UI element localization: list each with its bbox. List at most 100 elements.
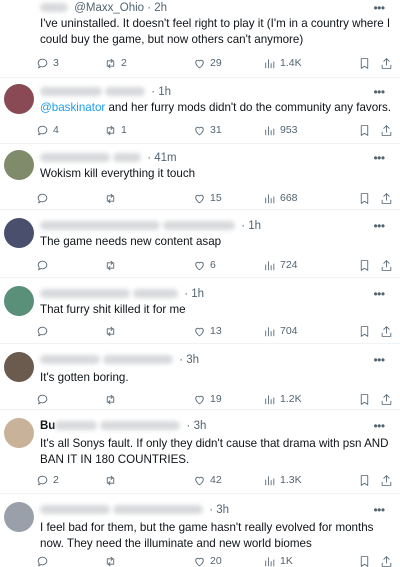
views-button[interactable]: 668	[263, 190, 298, 206]
repost-icon	[106, 125, 115, 135]
share-button[interactable]	[380, 323, 393, 339]
tweet[interactable]: · 3h ••• It's gotten boring. 19 1.2K	[0, 344, 400, 410]
tweet[interactable]: @Maxx_Ohio · 2h ••• I've uninstalled. It…	[0, 0, 400, 78]
reply-icon	[37, 125, 48, 135]
heart-icon	[195, 194, 204, 203]
share-button[interactable]	[380, 257, 393, 273]
like-button[interactable]: 31	[193, 122, 222, 138]
views-button[interactable]: 1.3K	[263, 472, 302, 488]
avatar[interactable]	[4, 418, 34, 448]
share-button[interactable]	[380, 122, 393, 138]
timestamp[interactable]: 1h	[248, 220, 261, 232]
tweet-text: I've uninstalled. It doesn't feel right …	[40, 17, 391, 46]
reply-icon	[37, 58, 48, 68]
repost-button[interactable]: 1	[104, 122, 127, 138]
timestamp[interactable]: 41m	[154, 152, 176, 164]
views-button[interactable]: 953	[263, 122, 298, 138]
timestamp[interactable]: 3h	[186, 354, 199, 366]
repost-button[interactable]	[104, 257, 121, 273]
repost-button[interactable]: 2	[104, 55, 127, 71]
reply-icon	[37, 394, 48, 404]
more-options-icon[interactable]: •••	[372, 504, 386, 520]
repost-button[interactable]	[104, 472, 121, 488]
like-button[interactable]: 42	[193, 472, 222, 488]
bookmark-icon	[360, 325, 369, 337]
views-button[interactable]: 1K	[263, 553, 293, 567]
views-icon	[265, 556, 275, 566]
reply-button[interactable]	[36, 323, 53, 339]
bookmark-button[interactable]	[358, 323, 371, 339]
timestamp[interactable]: 3h	[216, 504, 229, 516]
bookmark-button[interactable]	[358, 122, 371, 138]
repost-icon	[106, 556, 115, 566]
reply-button[interactable]: 2	[36, 472, 59, 488]
tweet[interactable]: · 3h ••• I feel bad for them, but the ga…	[0, 494, 400, 567]
tweet-text: Wokism kill everything it touch	[40, 167, 196, 180]
views-button[interactable]: 1.4K	[263, 55, 302, 71]
avatar[interactable]	[4, 502, 34, 532]
views-icon	[265, 260, 275, 270]
share-button[interactable]	[380, 553, 393, 567]
avatar[interactable]	[4, 218, 34, 248]
views-button[interactable]: 704	[263, 323, 298, 339]
like-button[interactable]: 19	[193, 391, 222, 407]
share-button[interactable]	[380, 472, 393, 488]
tweet[interactable]: · 1h ••• The game needs new content asap…	[0, 210, 400, 278]
views-icon	[265, 58, 275, 68]
tweet-actions: 6 724	[36, 257, 400, 273]
repost-button[interactable]	[104, 190, 121, 206]
tweet[interactable]: · 1h ••• That furry shit killed it for m…	[0, 278, 400, 344]
like-button[interactable]: 29	[193, 55, 222, 71]
views-button[interactable]: 1.2K	[263, 391, 302, 407]
user-handle[interactable]: @Maxx_Ohio	[74, 2, 144, 14]
repost-button[interactable]	[104, 391, 121, 407]
share-button[interactable]	[380, 55, 393, 71]
timestamp[interactable]: 1h	[191, 288, 204, 300]
reply-button[interactable]	[36, 190, 53, 206]
bookmark-button[interactable]	[358, 472, 371, 488]
heart-icon	[195, 395, 204, 404]
share-button[interactable]	[380, 190, 393, 206]
like-button[interactable]: 6	[193, 257, 216, 273]
avatar[interactable]	[4, 150, 34, 180]
avatar[interactable]	[4, 84, 34, 114]
share-button[interactable]	[380, 391, 393, 407]
reply-button[interactable]	[36, 391, 53, 407]
tweet-header: · 1h	[40, 220, 392, 234]
bookmark-button[interactable]	[358, 257, 371, 273]
bookmark-button[interactable]	[358, 553, 371, 567]
reply-button[interactable]: 3	[36, 55, 59, 71]
timestamp[interactable]: 3h	[194, 420, 207, 432]
tweet[interactable]: Bu · 3h ••• It's all Sonys fault. If onl…	[0, 410, 400, 494]
heart-icon	[195, 476, 204, 485]
more-options-icon[interactable]: •••	[372, 420, 386, 436]
reply-button[interactable]	[36, 553, 53, 567]
avatar[interactable]	[4, 286, 34, 316]
reply-button[interactable]	[36, 257, 53, 273]
share-icon	[381, 474, 392, 486]
like-button[interactable]: 15	[193, 190, 222, 206]
like-button[interactable]: 13	[193, 323, 222, 339]
tweet[interactable]: · 41m ••• Wokism kill everything it touc…	[0, 144, 400, 210]
tweet-actions: 4 1 31 953	[36, 122, 400, 138]
bookmark-icon	[360, 474, 369, 486]
views-icon	[265, 193, 275, 203]
repost-button[interactable]	[104, 553, 121, 567]
reply-button[interactable]: 4	[36, 122, 59, 138]
more-options-icon[interactable]: •••	[372, 354, 386, 370]
bookmark-button[interactable]	[358, 391, 371, 407]
bookmark-button[interactable]	[358, 190, 371, 206]
mention-link[interactable]: @baskinator	[40, 101, 105, 114]
bookmark-icon	[360, 124, 369, 136]
user-display-name[interactable]: Bu	[40, 420, 55, 432]
avatar[interactable]	[4, 352, 34, 382]
share-icon	[381, 192, 392, 204]
bookmark-button[interactable]	[358, 55, 371, 71]
like-button[interactable]: 20	[193, 553, 222, 567]
timestamp[interactable]: 2h	[154, 2, 167, 14]
tweet-text: It's gotten boring.	[40, 371, 129, 384]
timestamp[interactable]: 1h	[158, 86, 171, 98]
tweet[interactable]: · 1h ••• @baskinator and her furry mods …	[0, 78, 400, 144]
views-button[interactable]: 724	[263, 257, 298, 273]
repost-button[interactable]	[104, 323, 121, 339]
